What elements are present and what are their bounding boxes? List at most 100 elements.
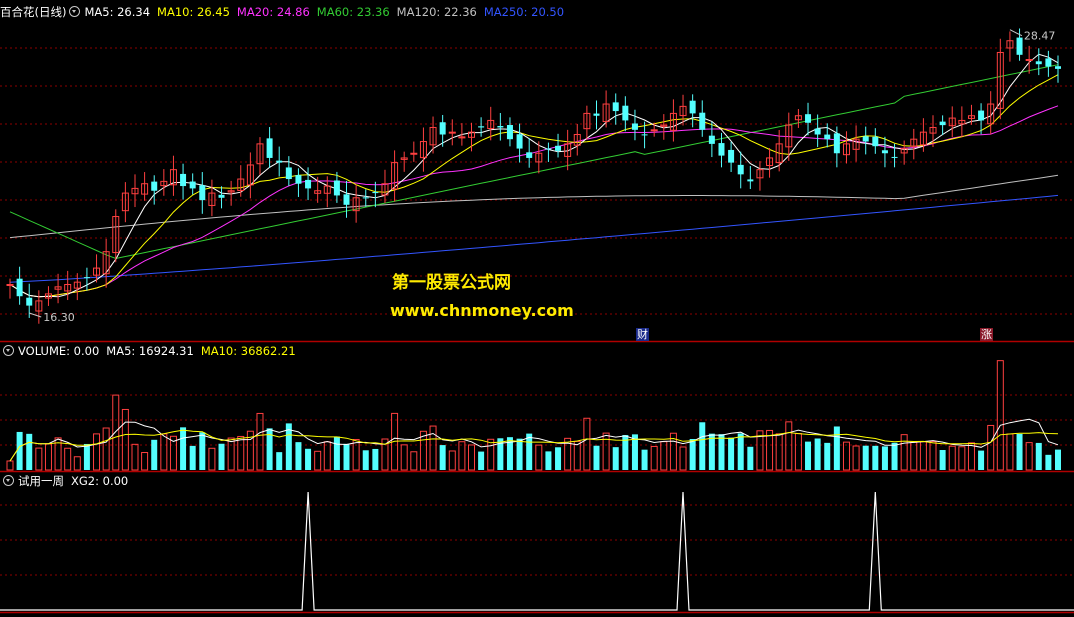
volume-bar — [775, 433, 783, 471]
volume-bar — [1016, 433, 1023, 470]
volume-bar — [660, 441, 668, 471]
window-title: 百合花(日线) — [0, 5, 67, 19]
ma20-line — [9, 105, 1059, 298]
volume-bar — [73, 456, 81, 471]
volume-bar — [131, 443, 139, 471]
volume-bar — [978, 450, 985, 470]
volume-bar — [44, 443, 52, 471]
price-panel-header: 百合花(日线) MA5: 26.34 MA10: 26.45 MA20: 24.86 M… — [0, 5, 571, 19]
dropdown-icon[interactable] — [69, 6, 81, 17]
ma250-line — [9, 194, 1059, 283]
volume-bar — [833, 426, 840, 470]
candle-body — [881, 150, 888, 154]
candle-body — [26, 297, 33, 306]
volume-label: VOLUME: 0.00 — [18, 344, 100, 358]
limit-up-badge[interactable]: 涨 — [980, 328, 993, 341]
volume-bar — [400, 444, 408, 471]
volume-bar — [112, 394, 120, 471]
candle-body — [516, 134, 523, 149]
volume-bar — [814, 438, 821, 470]
ma120-label: MA120: 22.36 — [396, 5, 477, 19]
volume-bar — [535, 444, 543, 471]
volume-bar — [372, 448, 379, 470]
candle-body — [266, 138, 273, 158]
candle-body — [83, 277, 90, 279]
candle-body — [439, 122, 446, 135]
volume-bar — [516, 438, 523, 470]
volume-bar — [410, 451, 418, 471]
candle-body — [189, 181, 196, 189]
volume-bar — [939, 450, 946, 470]
volume-bar — [891, 442, 898, 470]
finance-badge[interactable]: 财 — [636, 328, 649, 341]
candle-body — [526, 152, 533, 158]
candle-body — [16, 278, 23, 297]
volume-bar — [314, 450, 322, 471]
volume-bar — [948, 445, 956, 471]
volume-bar — [881, 446, 888, 470]
volume-bar — [35, 447, 43, 471]
volume-ma5-label: MA5: 16924.31 — [106, 344, 194, 358]
volume-bar — [276, 452, 283, 470]
ma10-label: MA10: 26.45 — [157, 5, 230, 19]
volume-bar — [987, 424, 995, 471]
volume-bar — [805, 441, 812, 470]
candle-body — [747, 179, 754, 182]
volume-bar — [583, 417, 591, 471]
volume-bar — [362, 450, 369, 470]
volume-bar — [526, 433, 533, 470]
volume-bar — [650, 445, 658, 471]
trial-label: 试用一周 — [18, 474, 64, 488]
candle-body — [862, 136, 869, 142]
candle-body — [410, 152, 418, 155]
candle-body — [1055, 66, 1061, 69]
volume-bar — [141, 452, 149, 471]
volume-bar — [958, 446, 966, 471]
volume-bar — [1045, 454, 1052, 470]
volume-bar — [1025, 442, 1033, 471]
candle-body — [555, 145, 562, 151]
volume-bar — [967, 442, 975, 471]
candle-body — [718, 143, 725, 156]
candle-body — [689, 100, 696, 114]
volume-bar — [305, 448, 312, 470]
dropdown-icon[interactable] — [3, 475, 14, 486]
volume-bar — [343, 443, 350, 470]
volume-bar — [199, 432, 206, 470]
dropdown-icon[interactable] — [3, 345, 14, 356]
ma20-label: MA20: 24.86 — [236, 5, 310, 19]
volume-bar — [1035, 442, 1042, 470]
volume-bar — [16, 431, 23, 470]
xg2-label: XG2: 0.00 — [71, 474, 129, 488]
ma5-line — [9, 53, 1059, 298]
volume-bar — [573, 440, 581, 471]
watermark-url: www.chnmoney.com — [390, 301, 574, 320]
candle-body — [285, 167, 292, 180]
candle-body — [641, 134, 648, 136]
volume-ma10-label: MA10: 36862.21 — [200, 344, 296, 358]
volume-bar — [852, 445, 860, 471]
volume-bar — [448, 450, 456, 471]
volume-bar — [1006, 433, 1014, 471]
ma250-label: MA250: 20.50 — [483, 5, 565, 19]
volume-bar — [737, 433, 744, 470]
candle-body — [1025, 59, 1033, 61]
volume-bar — [641, 449, 648, 470]
candle-body — [343, 194, 350, 205]
candle-body — [1045, 58, 1052, 67]
candle-body — [650, 129, 658, 132]
candle-body — [180, 173, 187, 187]
volume-panel-header: VOLUME: 0.00 MA5: 16924.31 MA10: 36862.21 — [0, 344, 303, 358]
candle-body — [276, 160, 283, 163]
volume-bar — [237, 435, 245, 471]
candle-body — [372, 192, 379, 194]
volume-bar — [910, 441, 918, 471]
volume-bar — [593, 445, 600, 470]
volume-bar — [862, 445, 869, 470]
volume-bar — [93, 433, 101, 471]
volume-bar — [487, 438, 495, 471]
volume-bar — [6, 460, 14, 471]
candle-body — [891, 156, 898, 158]
candle-body — [506, 124, 513, 140]
volume-bar — [218, 443, 225, 470]
